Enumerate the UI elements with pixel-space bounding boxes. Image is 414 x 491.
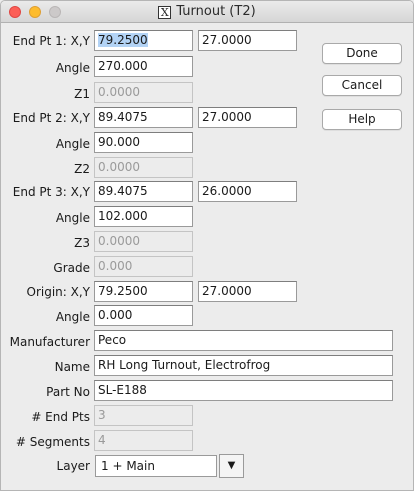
- grade-field: 0.000: [94, 256, 193, 277]
- end-pt-1-y-input[interactable]: 27.0000: [198, 30, 297, 51]
- z1-field: 0.0000: [94, 82, 193, 103]
- angle-2-label: Angle: [55, 137, 90, 151]
- name-label: Name: [54, 360, 90, 374]
- origin-angle-input[interactable]: 0.000: [94, 305, 193, 326]
- part-no-label: Part No: [46, 385, 90, 399]
- angle-2-input[interactable]: 90.000: [94, 132, 193, 153]
- end-pt-1-x-selected-text: 79.2500: [98, 33, 148, 47]
- origin-angle-label: Angle: [55, 310, 90, 324]
- app-icon: X: [158, 6, 172, 19]
- grade-label: Grade: [53, 261, 90, 275]
- end-pt-3-label: End Pt 3: X,Y: [12, 185, 90, 199]
- origin-label: Origin: X,Y: [26, 285, 91, 299]
- end-pt-2-y-input[interactable]: 27.0000: [198, 107, 297, 128]
- layer-dropdown-button[interactable]: ▼: [219, 454, 244, 478]
- done-button[interactable]: Done: [322, 43, 402, 64]
- angle-3-input[interactable]: 102.000: [94, 206, 193, 227]
- title-bar[interactable]: X Turnout (T2): [1, 1, 413, 23]
- segments-count-field: 4: [94, 430, 193, 451]
- chevron-down-icon: ▼: [227, 460, 236, 471]
- window-title-text: Turnout (T2): [176, 4, 256, 19]
- end-pt-1-label: End Pt 1: X,Y: [12, 34, 90, 48]
- z3-label: Z3: [74, 236, 90, 250]
- end-pt-3-y-input[interactable]: 26.0000: [198, 181, 297, 202]
- end-pt-2-x-input[interactable]: 89.4075: [94, 107, 193, 128]
- segments-count-label: # Segments: [15, 435, 90, 449]
- part-no-input[interactable]: SL-E188: [94, 380, 393, 401]
- end-pt-3-x-input[interactable]: 89.4075: [94, 181, 193, 202]
- angle-3-label: Angle: [55, 211, 90, 225]
- z1-label: Z1: [74, 87, 90, 101]
- turnout-dialog: X Turnout (T2) End Pt 1: X,Y 79.2500 27.0…: [0, 0, 414, 491]
- cancel-button[interactable]: Cancel: [322, 75, 402, 96]
- end-pt-1-x-input[interactable]: 79.2500: [94, 30, 193, 51]
- z3-field: 0.0000: [94, 231, 193, 252]
- angle-1-input[interactable]: 270.000: [94, 56, 193, 77]
- origin-x-input[interactable]: 79.2500: [94, 281, 193, 302]
- name-input[interactable]: RH Long Turnout, Electrofrog: [94, 355, 393, 376]
- angle-1-label: Angle: [55, 61, 90, 75]
- end-pt-2-label: End Pt 2: X,Y: [12, 111, 90, 125]
- end-pts-count-field: 3: [94, 405, 193, 426]
- manufacturer-label: Manufacturer: [9, 335, 90, 349]
- help-button[interactable]: Help: [322, 109, 402, 130]
- layer-label: Layer: [56, 459, 90, 473]
- layer-select[interactable]: 1 + Main: [95, 455, 217, 477]
- origin-y-input[interactable]: 27.0000: [198, 281, 297, 302]
- manufacturer-input[interactable]: Peco: [94, 330, 393, 351]
- window-title: X Turnout (T2): [1, 4, 413, 19]
- z2-field: 0.0000: [94, 157, 193, 178]
- z2-label: Z2: [74, 162, 90, 176]
- end-pts-count-label: # End Pts: [31, 410, 90, 424]
